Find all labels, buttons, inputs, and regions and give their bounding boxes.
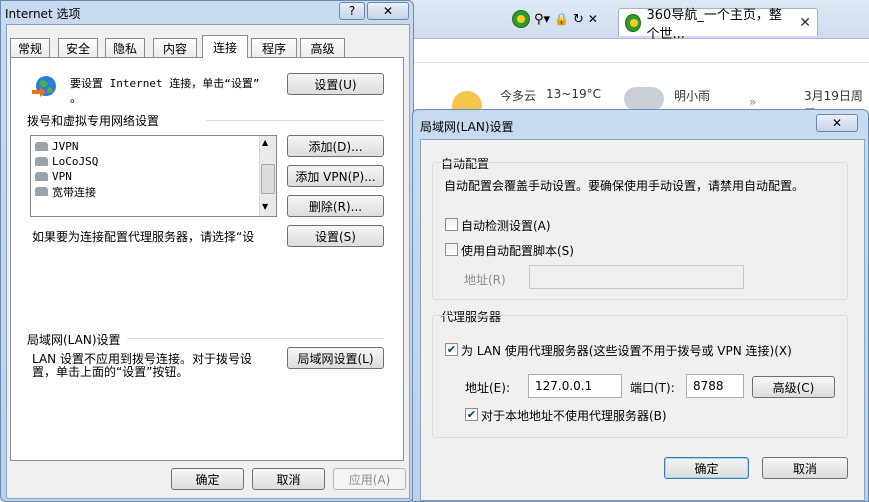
360-icon[interactable]: [512, 10, 530, 28]
scroll-thumb[interactable]: [261, 164, 275, 194]
auto-detect-label[interactable]: 自动检测设置(A): [461, 217, 551, 234]
port-label: 端口(T):: [630, 381, 675, 395]
browser-toolbar: ⚲▾ 🔒 ↻ ✕ 360导航_一个主页，整个世... ✕: [412, 0, 869, 42]
auto-script-label[interactable]: 使用自动配置脚本(S): [461, 242, 574, 259]
lan-description-2: 置，单击上面的“设置”按钮。: [32, 365, 189, 379]
browser-tab[interactable]: 360导航_一个主页，整个世... ✕: [618, 8, 818, 42]
separator: [127, 338, 384, 339]
auto-detect-checkbox[interactable]: [445, 218, 458, 231]
stop-icon[interactable]: ✕: [588, 12, 598, 26]
connections-list[interactable]: JVPN LoCoJSQ VPN 宽带连接 ▲ ▼: [30, 135, 277, 217]
phone-icon: [35, 172, 48, 181]
use-proxy-checkbox[interactable]: ✔: [445, 343, 458, 356]
dialog-title: Internet 选项: [5, 7, 81, 21]
proxy-address-field[interactable]: 127.0.0.1: [528, 374, 622, 398]
tab-general[interactable]: 常规: [10, 38, 50, 57]
lan-settings-button[interactable]: 局域网设置(L): [287, 347, 384, 369]
globe-icon: [30, 73, 58, 101]
apply-button[interactable]: 应用(A): [333, 468, 406, 490]
auto-config-description: 自动配置会覆盖手动设置。要确保使用手动设置，请禁用自动配置。: [444, 179, 805, 193]
script-address-label: 地址(R): [464, 273, 506, 287]
connection-label: VPN: [52, 170, 72, 183]
bypass-local-label[interactable]: 对于本地地址不使用代理服务器(B): [481, 407, 667, 424]
list-item[interactable]: LoCoJSQ: [35, 154, 98, 169]
lan-settings-dialog: 局域网(LAN)设置 ✕ 自动配置 自动配置会覆盖手动设置。要确保使用手动设置，…: [412, 109, 869, 502]
cancel-button[interactable]: 取消: [762, 457, 848, 479]
browser-tab-title: 360导航_一个主页，整个世...: [646, 7, 782, 42]
address-tools: ⚲▾ 🔒 ↻ ✕: [512, 8, 598, 30]
script-address-field[interactable]: [529, 265, 744, 289]
tab-security[interactable]: 安全: [58, 38, 98, 57]
dialup-header: 拨号和虚拟专用网络设置: [27, 114, 160, 128]
list-item[interactable]: VPN: [35, 169, 72, 184]
connection-label: LoCoJSQ: [52, 155, 99, 168]
add-button[interactable]: 添加(D)...: [287, 135, 384, 157]
tab-advanced[interactable]: 高级: [300, 38, 345, 57]
setup-description-tail: 。: [70, 91, 83, 105]
setup-description: 要设置 Internet 连接，单击“设置”: [70, 77, 260, 90]
weather-temp: 13~19°C: [546, 87, 601, 101]
cancel-button[interactable]: 取消: [252, 468, 325, 490]
separator: [206, 120, 384, 121]
list-item[interactable]: 宽带连接: [35, 184, 96, 199]
dialog-title: 局域网(LAN)设置: [420, 120, 514, 134]
add-vpn-button[interactable]: 添加 VPN(P)...: [287, 165, 384, 187]
port-field[interactable]: 8788: [686, 374, 744, 398]
360-icon: [625, 13, 641, 32]
scrollbar[interactable]: ▲ ▼: [259, 136, 276, 216]
weather-today: 今多云: [500, 89, 537, 103]
ok-button[interactable]: 确定: [171, 468, 244, 490]
tab-privacy[interactable]: 隐私: [105, 38, 145, 57]
phone-icon: [35, 142, 48, 151]
proxy-address-label: 地址(E):: [465, 381, 510, 395]
scroll-up-icon[interactable]: ▲: [262, 138, 268, 147]
tab-programs[interactable]: 程序: [251, 38, 297, 57]
expand-icon[interactable]: »: [749, 95, 756, 109]
phone-icon: [35, 157, 48, 166]
proxy-description: 如果要为连接配置代理服务器，请选择“设: [32, 230, 255, 244]
tab-close-icon[interactable]: ✕: [799, 15, 811, 31]
auto-script-checkbox[interactable]: [445, 243, 458, 256]
bypass-local-checkbox[interactable]: ✔: [465, 408, 478, 421]
connection-label: 宽带连接: [52, 185, 96, 199]
cloud-icon: [624, 87, 664, 111]
connection-label: JVPN: [52, 140, 79, 153]
advanced-button[interactable]: 高级(C): [752, 376, 835, 398]
scroll-down-icon[interactable]: ▼: [262, 202, 268, 211]
help-button[interactable]: ?: [339, 2, 365, 20]
close-button[interactable]: ✕: [816, 114, 858, 132]
weather-next: 明小雨: [674, 89, 711, 103]
tab-connections[interactable]: 连接: [202, 35, 248, 58]
refresh-icon[interactable]: ↻: [573, 12, 584, 27]
settings-button[interactable]: 设置(S): [287, 225, 384, 247]
lock-icon[interactable]: 🔒: [554, 12, 569, 26]
search-icon[interactable]: ⚲▾: [534, 12, 550, 27]
setup-button[interactable]: 设置(U): [287, 73, 384, 95]
phone-icon: [35, 187, 48, 196]
tab-content[interactable]: 内容: [153, 38, 197, 57]
list-item[interactable]: JVPN: [35, 139, 79, 154]
delete-button[interactable]: 删除(R)...: [287, 195, 384, 217]
use-proxy-label[interactable]: 为 LAN 使用代理服务器(这些设置不用于拨号或 VPN 连接)(X): [461, 342, 792, 359]
close-button[interactable]: ✕: [367, 2, 409, 20]
internet-options-dialog: Internet 选项 ? ✕ 常规 安全 隐私 内容 连接 程序 高级 要设置…: [0, 0, 414, 502]
lan-header: 局域网(LAN)设置: [27, 333, 121, 347]
ok-button[interactable]: 确定: [664, 457, 749, 479]
